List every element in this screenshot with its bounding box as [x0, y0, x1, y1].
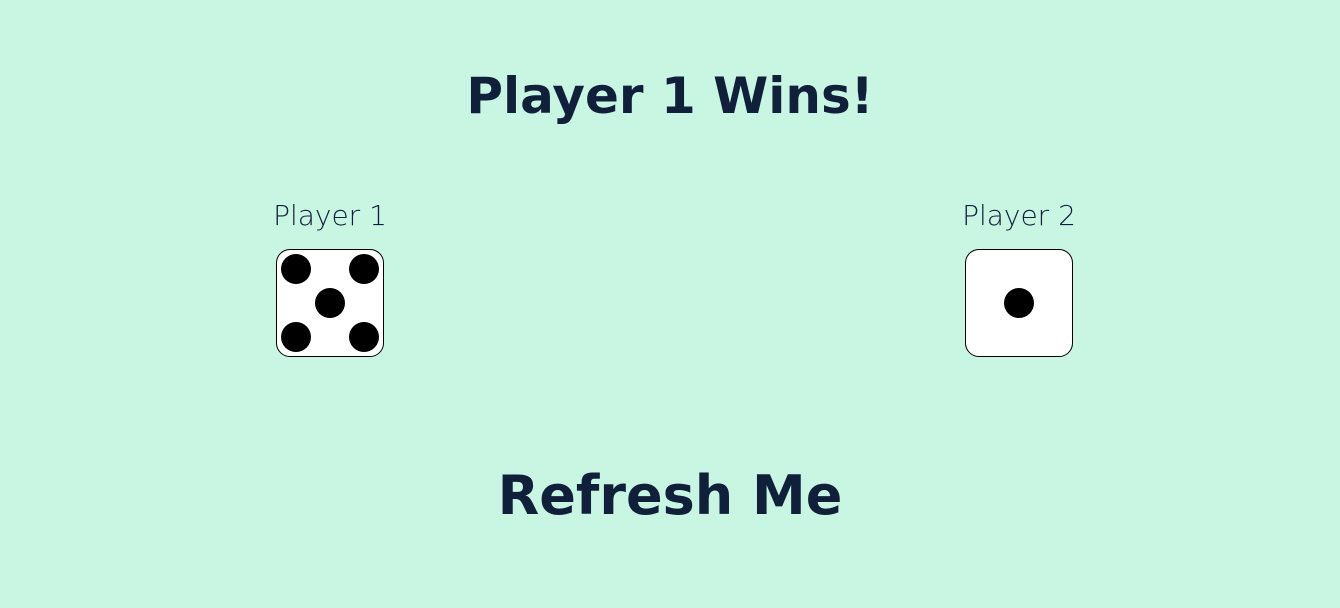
- player-1-die: [276, 249, 384, 357]
- die-pip: [315, 288, 345, 318]
- player-2-label: Player 2: [962, 199, 1076, 232]
- die-pip: [1004, 288, 1034, 318]
- player-1-panel: Player 1: [230, 196, 430, 357]
- refresh-button[interactable]: Refresh Me: [0, 460, 1340, 532]
- player-2-panel: Player 2: [919, 196, 1119, 357]
- result-title: Player 1 Wins!: [466, 67, 874, 125]
- die-pip: [349, 254, 379, 284]
- player-1-label: Player 1: [273, 199, 387, 232]
- player-2-die: [965, 249, 1073, 357]
- die-pip: [281, 322, 311, 352]
- die-pip: [281, 254, 311, 284]
- die-pip: [349, 322, 379, 352]
